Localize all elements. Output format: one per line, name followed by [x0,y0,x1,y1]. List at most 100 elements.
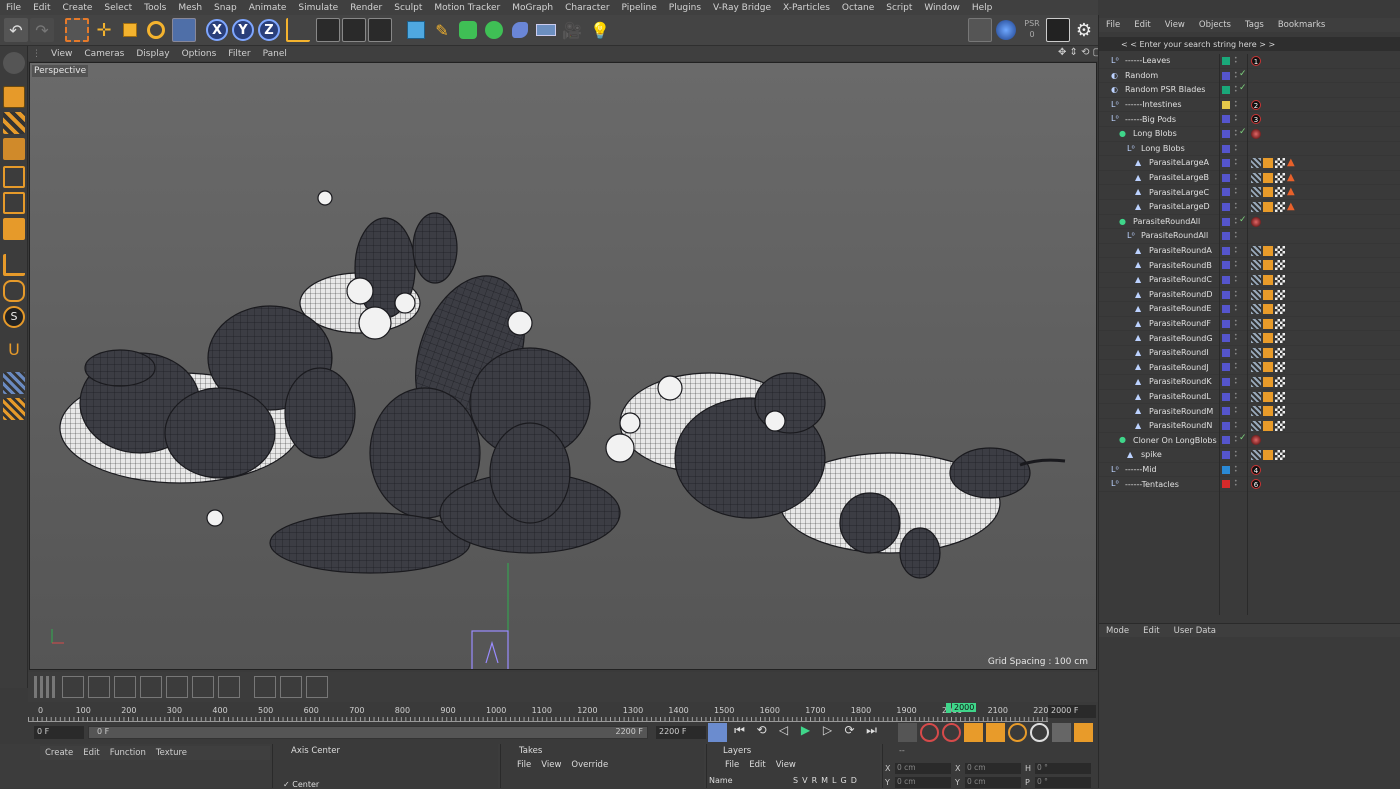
visibility-dots-icon[interactable]: • • [1234,406,1238,416]
object-row[interactable]: ▲ ParasiteLargeB • • ▲ [1099,171,1400,186]
selection-tag-icon[interactable] [1263,450,1273,461]
light-icon[interactable]: 💡 [588,18,612,42]
object-name[interactable]: ParasiteRoundC [1149,275,1212,284]
timeline-window-icon[interactable] [1074,723,1093,742]
takes-tab-view[interactable]: View [541,760,561,770]
object-row[interactable]: ▲ ParasiteRoundN • • [1099,419,1400,434]
takes-tab-file[interactable]: File [517,760,531,770]
selection-tag-icon[interactable] [1263,347,1273,358]
object-row[interactable]: ▲ ParasiteRoundA • • [1099,244,1400,259]
visibility-dots-icon[interactable]: • • [1234,114,1238,124]
menu-animate[interactable]: Animate [243,3,293,13]
visibility-dots-icon[interactable]: • • [1234,450,1238,460]
layer-color-swatch[interactable] [1222,290,1230,299]
takes-tab-override[interactable]: Override [571,760,608,770]
texture-tag-icon[interactable] [1275,391,1285,402]
object-name[interactable]: ParasiteRoundE [1149,304,1211,313]
object-row[interactable]: ▲ ParasiteRoundC • • [1099,273,1400,288]
layer-color-swatch[interactable] [1222,115,1230,124]
menu-mograph[interactable]: MoGraph [506,3,559,13]
align-tool-icon[interactable] [62,676,84,698]
object-row[interactable]: L⁰ ParasiteRoundAll • • [1099,229,1400,244]
viewport-menu-panel[interactable]: Panel [257,49,293,59]
object-name[interactable]: ParasiteRoundD [1149,290,1212,299]
object-row[interactable]: ▲ ParasiteRoundK • • [1099,375,1400,390]
render-view-icon[interactable] [316,18,340,42]
keyframe-selection-icon[interactable] [898,723,917,742]
visibility-dots-icon[interactable]: • • [1234,260,1238,270]
tweak-mode-icon[interactable] [3,280,25,302]
texture-tag-icon[interactable] [1275,245,1285,256]
bevel-tool-icon[interactable] [114,676,136,698]
texture-tag-icon[interactable] [1275,260,1285,271]
selection-tag-icon[interactable] [1263,289,1273,300]
menu-window[interactable]: Window [918,3,966,13]
object-manager-tab-tags[interactable]: Tags [1238,20,1271,30]
layer-color-swatch[interactable] [1222,129,1230,138]
texture-tag-icon[interactable] [1275,406,1285,417]
plane-tool-icon[interactable] [88,676,110,698]
object-row[interactable]: ▲ ParasiteRoundG • • [1099,331,1400,346]
object-name[interactable]: ParasiteLargeB [1149,173,1209,182]
move-key-icon[interactable] [964,723,983,742]
visibility-dots-icon[interactable]: • • [1234,216,1238,227]
render-picture-viewer-icon[interactable] [342,18,366,42]
object-row[interactable]: ◐ Random • • ✓ [1099,69,1400,84]
warning-triangle-icon[interactable]: ▲ [1287,201,1297,212]
texture-tag-icon[interactable] [1275,289,1285,300]
layer-number-tag-icon[interactable]: 1 [1251,56,1261,66]
pla-key-icon[interactable] [1052,723,1071,742]
layer-color-swatch[interactable] [1222,232,1230,241]
visibility-dots-icon[interactable]: • • [1234,464,1238,475]
texture-tag-icon[interactable] [1275,377,1285,388]
timeline-ruler[interactable]: 0 100 200 300 400 500 600 700 800 900 1000 1100 1200… [28,702,1098,722]
deformer-icon[interactable] [508,18,532,42]
layer-color-swatch[interactable] [1222,465,1230,474]
layer-color-swatch[interactable] [1222,86,1230,95]
object-name[interactable]: ParasiteRoundL [1149,392,1211,401]
object-row[interactable]: ● ParasiteRoundAll • • ✓ [1099,215,1400,230]
object-manager-tab-edit[interactable]: Edit [1127,20,1157,30]
layers-col-g[interactable]: G [841,776,847,785]
texture-tag-icon[interactable] [1275,201,1285,212]
layer-color-swatch[interactable] [1222,173,1230,182]
object-name[interactable]: ------Intestines [1125,100,1182,109]
object-row[interactable]: ▲ ParasiteRoundF • • [1099,317,1400,332]
subdivision-icon[interactable] [456,18,480,42]
object-search-bar[interactable]: < < Enter your search string here > > [1099,37,1400,51]
object-row[interactable]: ● Long Blobs • • ✓ [1099,127,1400,142]
object-name[interactable]: Cloner On LongBlobs [1133,436,1217,445]
layer-color-swatch[interactable] [1222,261,1230,270]
selection-tag-icon[interactable] [1263,362,1273,373]
visibility-dots-icon[interactable]: • • [1234,304,1238,314]
flatten-tool-icon[interactable] [280,676,302,698]
y-axis-lock-button[interactable]: Y [232,19,254,41]
octane-icon[interactable] [994,18,1018,42]
layer-color-swatch[interactable] [1222,436,1230,445]
visibility-dots-icon[interactable]: • • [1234,187,1238,197]
layer-color-swatch[interactable] [1222,407,1230,416]
viewport-menu-options[interactable]: Options [176,49,223,59]
enabled-check-icon[interactable]: ✓ [1239,433,1247,443]
z-axis-lock-button[interactable]: Z [258,19,280,41]
polygons-mode-icon[interactable] [3,218,25,240]
selection-tag-icon[interactable] [1263,420,1273,431]
camera-icon[interactable]: 🎥 [560,18,584,42]
phong-tag-icon[interactable] [1251,260,1261,271]
phong-tag-icon[interactable] [1251,420,1261,431]
selection-tag-icon[interactable] [1263,187,1273,198]
selection-tag-icon[interactable] [1263,391,1273,402]
next-key-icon[interactable]: ⟳ [840,723,859,742]
phong-tag-icon[interactable] [1251,201,1261,212]
coord-value-field[interactable]: 0 cm [965,777,1021,788]
layer-color-swatch[interactable] [1222,319,1230,328]
scale-tool-icon[interactable] [118,18,142,42]
visibility-dots-icon[interactable]: • • [1234,289,1238,300]
move-tool-icon[interactable]: ✛ [92,18,116,42]
scale-key-icon[interactable] [986,723,1005,742]
layer-color-swatch[interactable] [1222,202,1230,211]
texture-tag-icon[interactable] [1275,304,1285,315]
visibility-dots-icon[interactable]: • • [1234,362,1238,372]
menu-script[interactable]: Script [880,3,918,13]
material-tag-icon[interactable] [1251,128,1261,139]
